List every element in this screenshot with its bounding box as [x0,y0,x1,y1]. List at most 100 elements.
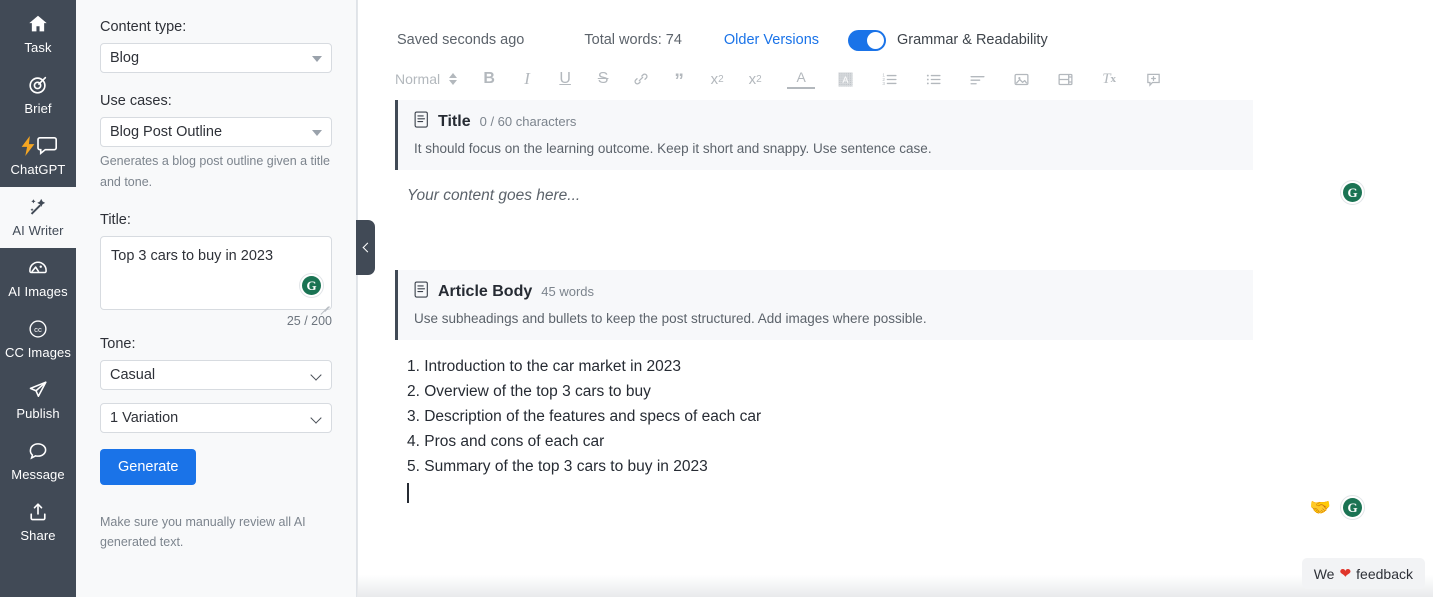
sidebar-item-label: Brief [24,101,51,116]
sidebar-item-task[interactable]: Task [0,4,76,65]
title-section-card: Title 0 / 60 characters It should focus … [395,100,1253,170]
insert-image-icon[interactable] [1007,64,1035,94]
italic-icon[interactable]: I [513,64,541,94]
older-versions-link[interactable]: Older Versions [724,32,819,48]
title-content-placeholder: Your content goes here... [395,170,1395,205]
sidebar-item-ai-writer[interactable]: AI Writer [0,187,76,248]
handshake-icon[interactable]: 🤝 [1310,499,1331,516]
chevron-down-icon [310,369,321,380]
underline-icon[interactable]: U [551,64,579,94]
ordered-list-icon[interactable]: 123 [875,64,903,94]
chevron-left-icon [362,243,372,253]
use-cases-value: Blog Post Outline [110,124,222,140]
subscript-icon[interactable]: x2 [703,64,731,94]
saved-status: Saved seconds ago [397,32,524,48]
svg-text:A: A [842,75,849,85]
tone-label: Tone: [100,335,332,353]
add-comment-icon[interactable] [1139,64,1167,94]
list-item: 5. Summary of the top 3 cars to buy in 2… [407,454,1395,479]
title-input[interactable] [100,236,332,310]
variation-value: 1 Variation [110,410,178,426]
title-section-heading: Title [438,112,471,132]
body-section-description: Use subheadings and bullets to keep the … [414,310,1237,328]
grammarly-button[interactable]: G [1340,180,1365,205]
chevron-down-icon [312,56,322,62]
chevron-down-icon [312,130,322,136]
content-type-value: Blog [110,50,139,66]
document-icon [414,111,429,133]
highlight-color-icon[interactable]: A [831,64,859,94]
grammarly-icon: G [1343,183,1362,202]
bold-icon[interactable]: B [475,64,503,94]
sidebar-item-cc-images[interactable]: cc CC Images [0,309,76,370]
formatting-toolbar: Normal B I U S ” x2 x2 A A [357,58,1433,100]
body-section-header: Article Body 45 words [414,281,1237,303]
tone-select[interactable]: Casual [100,360,332,390]
feedback-widget[interactable]: We ❤ feedback [1302,558,1425,589]
sidebar-item-label: CC Images [5,345,71,360]
editor-content-area: Title 0 / 60 characters It should focus … [357,100,1433,597]
grammar-readability-toggle[interactable] [848,30,886,51]
svg-text:3: 3 [882,81,885,86]
link-icon[interactable] [627,64,655,94]
target-icon [27,74,49,98]
title-content-block[interactable]: Your content goes here... G [395,170,1395,270]
title-char-counter: 25 / 200 [100,314,332,328]
chat-bolt-icon [18,135,58,159]
svg-text:cc: cc [34,325,42,334]
generate-button[interactable]: Generate [100,449,196,485]
sidebar-item-label: ChatGPT [11,162,66,177]
list-item: 1. Introduction to the car market in 202… [407,354,1395,379]
content-type-label: Content type: [100,18,332,36]
toggle-knob [867,32,884,49]
sidebar-item-publish[interactable]: Publish [0,370,76,431]
sidebar-item-brief[interactable]: Brief [0,65,76,126]
document-icon [414,281,429,303]
use-cases-label: Use cases: [100,92,332,110]
list-item: 2. Overview of the top 3 cars to buy [407,379,1395,404]
grammarly-icon: G [302,276,321,295]
blockquote-icon[interactable]: ” [665,64,693,94]
sidebar-item-label: Message [11,467,64,482]
content-type-select[interactable]: Blog [100,43,332,73]
share-upload-icon [27,501,49,525]
align-icon[interactable] [963,64,991,94]
image-ai-icon [27,257,49,281]
sidebar-item-label: Task [24,40,51,55]
variation-select[interactable]: 1 Variation [100,403,332,433]
grammarly-button[interactable]: G [299,273,324,298]
chevron-down-icon [310,412,321,423]
paragraph-style-select[interactable]: Normal [395,64,449,94]
editor-main: Saved seconds ago Total words: 74 Older … [357,0,1433,597]
text-color-icon[interactable]: A [787,68,815,89]
grammarly-icon: G [1343,498,1362,517]
title-label: Title: [100,211,332,229]
body-section-card: Article Body 45 words Use subheadings an… [395,270,1253,340]
paragraph-style-stepper-icon[interactable] [449,73,457,85]
collapse-panel-handle[interactable] [356,220,375,275]
body-content-block[interactable]: 1. Introduction to the car market in 202… [395,340,1395,530]
sidebar-item-label: AI Images [8,284,67,299]
ai-disclaimer-text: Make sure you manually review all AI gen… [100,512,332,552]
editor-assist-icons: 🤝 G [1310,495,1365,520]
editor-status-bar: Saved seconds ago Total words: 74 Older … [357,0,1433,58]
sidebar-item-label: Publish [16,406,59,421]
title-input-wrapper: G [100,236,332,310]
sidebar-item-share[interactable]: Share [0,492,76,553]
outline-list: 1. Introduction to the car market in 202… [395,340,1395,479]
use-cases-select[interactable]: Blog Post Outline [100,117,332,147]
superscript-icon[interactable]: x2 [741,64,769,94]
list-item: 4. Pros and cons of each car [407,429,1395,454]
grammarly-button[interactable]: G [1340,495,1365,520]
app-root: Task Brief ChatGPT AI Writer AI Images [0,0,1433,597]
sidebar-item-ai-images[interactable]: AI Images [0,248,76,309]
use-cases-helper-text: Generates a blog post outline given a ti… [100,151,332,193]
insert-video-icon[interactable] [1051,64,1079,94]
strikethrough-icon[interactable]: S [589,64,617,94]
sidebar-item-chatgpt[interactable]: ChatGPT [0,126,76,187]
unordered-list-icon[interactable] [919,64,947,94]
grammar-readability-label: Grammar & Readability [897,32,1048,48]
sidebar-item-label: AI Writer [12,223,63,238]
sidebar-item-message[interactable]: Message [0,431,76,492]
clear-formatting-icon[interactable]: Tx [1095,64,1123,94]
